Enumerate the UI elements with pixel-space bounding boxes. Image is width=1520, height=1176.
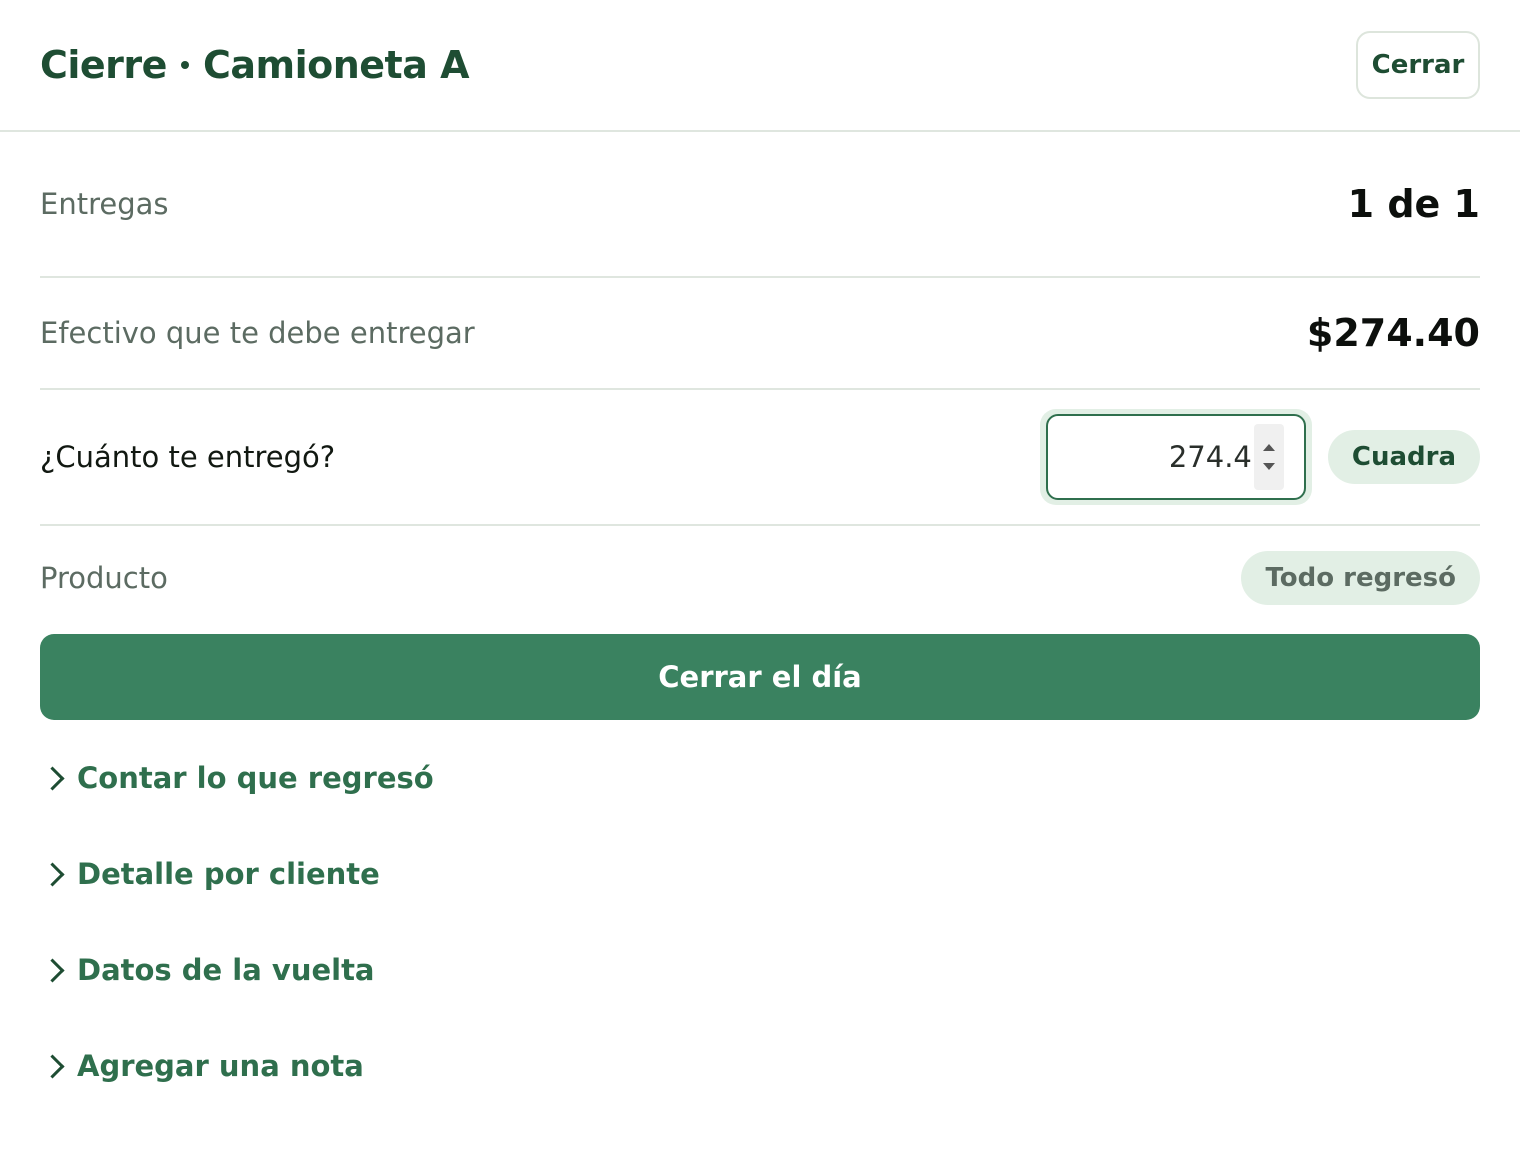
product-label: Producto xyxy=(40,561,168,595)
section-links: Contar lo que regresó Detalle por client… xyxy=(40,730,1480,1114)
dialog-title: Cierre Camioneta A xyxy=(40,43,469,87)
section-label: Contar lo que regresó xyxy=(77,761,434,795)
product-status-badge: Todo regresó xyxy=(1241,551,1480,605)
section-add-note[interactable]: Agregar una nota xyxy=(40,1018,1480,1114)
received-cash-row: ¿Cuánto te entregó? 274.4 Cuadra xyxy=(40,390,1480,526)
section-label: Detalle por cliente xyxy=(77,857,380,891)
section-route-data[interactable]: Datos de la vuelta xyxy=(40,922,1480,1018)
received-cash-controls: 274.4 Cuadra xyxy=(1039,409,1480,505)
received-cash-label: ¿Cuánto te entregó? xyxy=(40,440,336,474)
dialog-header: Cierre Camioneta A Cerrar xyxy=(0,0,1520,132)
amount-stepper[interactable] xyxy=(1253,424,1284,490)
title-vehicle: Camioneta A xyxy=(202,43,470,87)
title-main: Cierre xyxy=(40,43,167,87)
amount-focus-ring: 274.4 xyxy=(1039,409,1312,505)
closing-dialog: Cierre Camioneta A Cerrar Entregas 1 de … xyxy=(0,0,1520,1176)
stepper-up-icon[interactable] xyxy=(1262,444,1275,451)
section-client-detail[interactable]: Detalle por cliente xyxy=(40,826,1480,922)
dialog-body: Entregas 1 de 1 Efectivo que te debe ent… xyxy=(0,132,1520,1114)
received-amount-value: 274.4 xyxy=(1168,440,1252,474)
chevron-right-icon xyxy=(40,765,65,791)
expected-cash-value: $274.40 xyxy=(1306,311,1480,355)
section-label: Agregar una nota xyxy=(77,1049,364,1083)
chevron-right-icon xyxy=(40,1053,65,1079)
expected-cash-label: Efectivo que te debe entregar xyxy=(40,316,475,350)
chevron-right-icon xyxy=(40,861,65,887)
close-day-button[interactable]: Cerrar el día xyxy=(40,634,1480,720)
received-amount-input[interactable]: 274.4 xyxy=(1045,414,1306,500)
close-button[interactable]: Cerrar xyxy=(1356,31,1480,99)
section-label: Datos de la vuelta xyxy=(77,953,375,987)
deliveries-row: Entregas 1 de 1 xyxy=(40,132,1480,278)
chevron-right-icon xyxy=(40,957,65,983)
deliveries-label: Entregas xyxy=(40,187,169,221)
balance-status-badge: Cuadra xyxy=(1327,430,1480,484)
deliveries-value: 1 de 1 xyxy=(1347,182,1480,226)
expected-cash-row: Efectivo que te debe entregar $274.40 xyxy=(40,278,1480,390)
separator-dot xyxy=(180,61,189,69)
section-count-returns[interactable]: Contar lo que regresó xyxy=(40,730,1480,826)
stepper-down-icon[interactable] xyxy=(1262,463,1275,470)
product-row: Producto Todo regresó xyxy=(40,526,1480,630)
